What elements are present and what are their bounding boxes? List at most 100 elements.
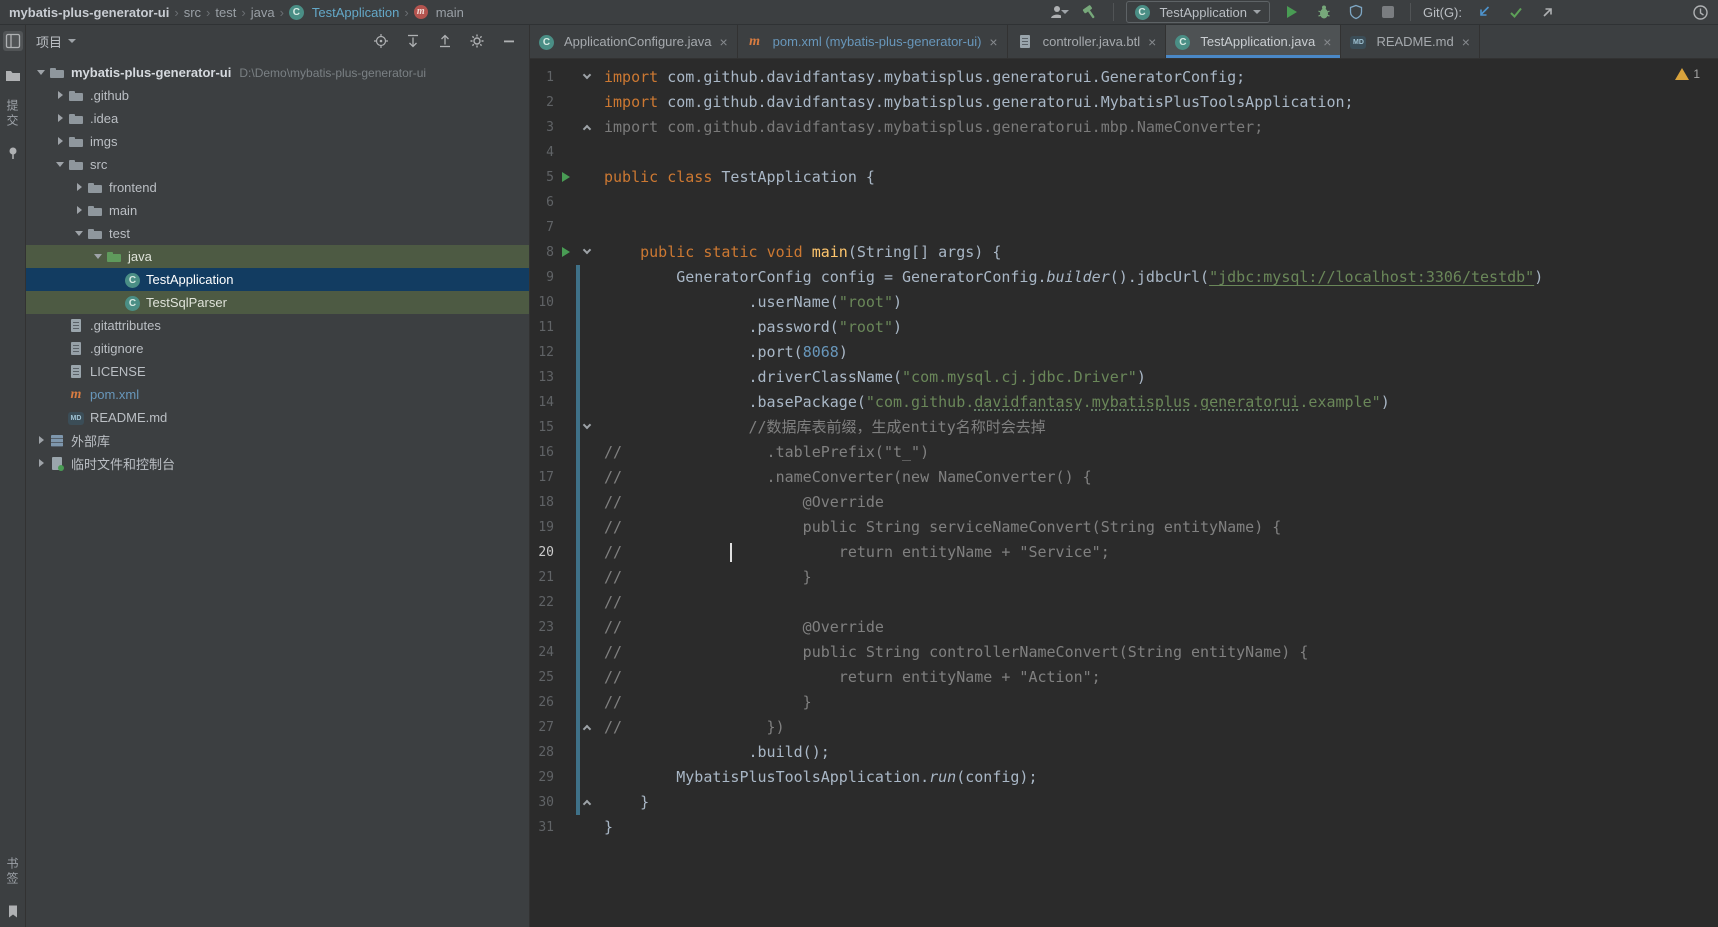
pin-icon[interactable]: [3, 143, 23, 163]
inspections-widget[interactable]: 1: [1675, 67, 1700, 81]
tree-item-testsqlparser[interactable]: TestSqlParser: [26, 291, 529, 314]
code-text[interactable]: //数据库表前缀，生成entity名称时会去掉: [596, 415, 1045, 440]
chevron-down-icon[interactable]: [53, 153, 68, 176]
folder-icon[interactable]: [3, 65, 23, 85]
close-icon[interactable]: ×: [1148, 34, 1156, 50]
code-text[interactable]: }: [596, 815, 613, 840]
tree-item-外部库[interactable]: 外部库: [26, 429, 529, 452]
chevron-right-icon[interactable]: [53, 107, 68, 130]
tree-item-java[interactable]: java: [26, 245, 529, 268]
tree-item-pom.xml[interactable]: pom.xml: [26, 383, 529, 406]
tree-item-frontend[interactable]: frontend: [26, 176, 529, 199]
editor-tab-testapplication.java[interactable]: TestApplication.java ×: [1166, 25, 1342, 58]
breadcrumb-item-src[interactable]: src: [184, 5, 201, 20]
code-text[interactable]: // .nameConverter(new NameConverter() {: [596, 465, 1092, 490]
code-text[interactable]: .driverClassName("com.mysql.cj.jdbc.Driv…: [596, 365, 1145, 390]
close-icon[interactable]: ×: [989, 34, 997, 50]
tree-item-.gitattributes[interactable]: .gitattributes: [26, 314, 529, 337]
code-text[interactable]: }: [596, 790, 649, 815]
tree-item-.idea[interactable]: .idea: [26, 107, 529, 130]
code-text[interactable]: // public String controllerNameConvert(S…: [596, 640, 1308, 665]
code-text[interactable]: .basePackage("com.github.davidfantasy.my…: [596, 390, 1389, 415]
tree-item-.github[interactable]: .github: [26, 84, 529, 107]
collapse-all-icon[interactable]: [435, 31, 455, 51]
code-text[interactable]: import com.github.davidfantasy.mybatispl…: [596, 115, 1263, 140]
breadcrumb-item-java[interactable]: java: [251, 5, 275, 20]
commit-tool-button[interactable]: 提交: [4, 99, 21, 129]
code-text[interactable]: import com.github.davidfantasy.mybatispl…: [596, 90, 1354, 115]
chevron-down-icon[interactable]: [34, 61, 49, 84]
tree-item-imgs[interactable]: imgs: [26, 130, 529, 153]
tree-item-test[interactable]: test: [26, 222, 529, 245]
code-text[interactable]: public static void main(String[] args) {: [596, 240, 1001, 265]
coverage-button[interactable]: [1346, 2, 1366, 22]
code-text[interactable]: MybatisPlusToolsApplication.run(config);: [596, 765, 1037, 790]
run-button[interactable]: [1282, 2, 1302, 22]
bookmark-icon[interactable]: [3, 901, 23, 921]
chevron-right-icon[interactable]: [34, 452, 49, 475]
bookmarks-tool-button[interactable]: 书签: [4, 857, 21, 887]
fold-up-icon[interactable]: [582, 724, 592, 734]
chevron-down-icon[interactable]: [72, 222, 87, 245]
code-editor[interactable]: 1 import com.github.davidfantasy.mybatisp…: [530, 59, 1718, 927]
fold-up-icon[interactable]: [582, 124, 592, 134]
chevron-down-icon[interactable]: [68, 39, 77, 43]
code-text[interactable]: GeneratorConfig config = GeneratorConfig…: [596, 265, 1543, 290]
editor-tab-readme.md[interactable]: README.md ×: [1341, 25, 1480, 58]
close-icon[interactable]: ×: [1323, 34, 1331, 50]
tree-item-src[interactable]: src: [26, 153, 529, 176]
stop-button[interactable]: [1378, 2, 1398, 22]
tree-item-readme.md[interactable]: README.md: [26, 406, 529, 429]
chevron-right-icon[interactable]: [53, 84, 68, 107]
breadcrumb-item-test[interactable]: test: [215, 5, 236, 20]
code-text[interactable]: [596, 140, 604, 165]
breadcrumb-item-mybatis-plus-generator-ui[interactable]: mybatis-plus-generator-ui: [9, 5, 169, 20]
code-text[interactable]: // public String serviceNameConvert(Stri…: [596, 515, 1281, 540]
tree-item-mybatis-plus-generator-ui[interactable]: mybatis-plus-generator-ui D:\Demo\mybatis…: [26, 61, 529, 84]
run-icon[interactable]: [562, 172, 570, 182]
code-text[interactable]: //: [596, 590, 622, 615]
chevron-down-icon[interactable]: [91, 245, 106, 268]
tree-item-testapplication[interactable]: TestApplication: [26, 268, 529, 291]
run-icon[interactable]: [562, 247, 570, 257]
git-update-button[interactable]: [1474, 2, 1494, 22]
debug-button[interactable]: [1314, 2, 1334, 22]
chevron-right-icon[interactable]: [72, 176, 87, 199]
tree-item-.gitignore[interactable]: .gitignore: [26, 337, 529, 360]
code-text[interactable]: // @Override: [596, 615, 884, 640]
settings-gear-icon[interactable]: [467, 31, 487, 51]
code-text[interactable]: public class TestApplication {: [596, 165, 875, 190]
code-text[interactable]: // return entityName + "Action";: [596, 665, 1101, 690]
editor-tab-controller.java.btl[interactable]: controller.java.btl ×: [1008, 25, 1167, 58]
tree-item-license[interactable]: LICENSE: [26, 360, 529, 383]
code-text[interactable]: // @Override: [596, 490, 884, 515]
code-text[interactable]: .password("root"): [596, 315, 902, 340]
code-text[interactable]: .userName("root"): [596, 290, 902, 315]
code-text[interactable]: // }: [596, 565, 812, 590]
code-text[interactable]: // return entityName + "Service";: [596, 540, 1110, 565]
code-text[interactable]: // }): [596, 715, 785, 740]
code-text[interactable]: .port(8068): [596, 340, 847, 365]
expand-all-icon[interactable]: [403, 31, 423, 51]
fold-up-icon[interactable]: [582, 799, 592, 809]
code-text[interactable]: [596, 215, 604, 240]
tree-item-临时文件和控制台[interactable]: 临时文件和控制台: [26, 452, 529, 475]
tree-item-main[interactable]: main: [26, 199, 529, 222]
editor-tab-pom.xml-mybatis-plus-generator-ui[interactable]: pom.xml (mybatis-plus-generator-ui) ×: [738, 25, 1008, 58]
breadcrumb-item-main[interactable]: main: [413, 5, 464, 20]
user-icon[interactable]: [1049, 2, 1069, 22]
project-tool-button[interactable]: [2, 31, 23, 51]
code-text[interactable]: import com.github.davidfantasy.mybatispl…: [596, 65, 1245, 90]
code-text[interactable]: [596, 190, 604, 215]
close-icon[interactable]: ×: [719, 34, 727, 50]
code-text[interactable]: // .tablePrefix("t_"): [596, 440, 929, 465]
breadcrumb-item-testapplication[interactable]: TestApplication: [288, 4, 399, 20]
chevron-right-icon[interactable]: [72, 199, 87, 222]
code-text[interactable]: .build();: [596, 740, 829, 765]
fold-down-icon[interactable]: [582, 70, 592, 80]
run-configuration-selector[interactable]: TestApplication: [1125, 1, 1270, 23]
hide-panel-icon[interactable]: [499, 31, 519, 51]
project-panel-title[interactable]: 项目: [36, 32, 62, 51]
chevron-right-icon[interactable]: [34, 429, 49, 452]
code-text[interactable]: // }: [596, 690, 812, 715]
